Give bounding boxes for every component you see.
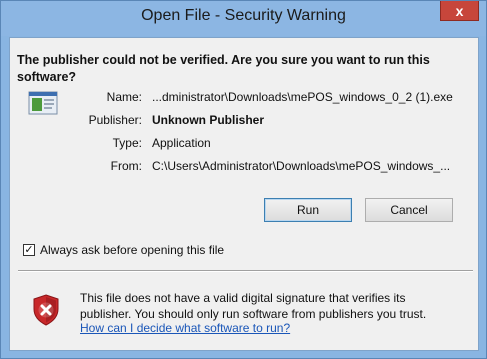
run-button[interactable]: Run [264,198,352,222]
security-warning-window: Open File - Security Warning x The publi… [0,0,487,359]
name-label: Name: [106,90,142,104]
window-title: Open File - Security Warning [141,7,346,24]
security-shield-error-icon [33,294,59,326]
title-bar[interactable]: Open File - Security Warning x [1,1,486,36]
publisher-value: Unknown Publisher [152,113,265,127]
from-value: C:\Users\Administrator\Downloads\mePOS_w… [152,159,451,173]
always-ask-checkbox[interactable]: ✓ [23,244,35,256]
type-label: Type: [112,136,142,150]
divider [18,270,473,272]
type-value: Application [152,136,211,150]
signature-warning-text: This file does not have a valid digital … [80,291,427,321]
from-label: From: [110,159,142,173]
publisher-label: Publisher: [88,113,142,127]
close-button[interactable]: x [440,1,479,21]
warning-headline: The publisher could not be verified. Are… [17,53,430,84]
always-ask-label[interactable]: Always ask before opening this file [40,243,224,257]
cancel-button[interactable]: Cancel [365,198,453,222]
name-value: ...dministrator\Downloads\mePOS_windows_… [152,90,453,104]
dialog-body: The publisher could not be verified. Are… [9,37,479,351]
help-link[interactable]: How can I decide what software to run? [80,321,290,335]
